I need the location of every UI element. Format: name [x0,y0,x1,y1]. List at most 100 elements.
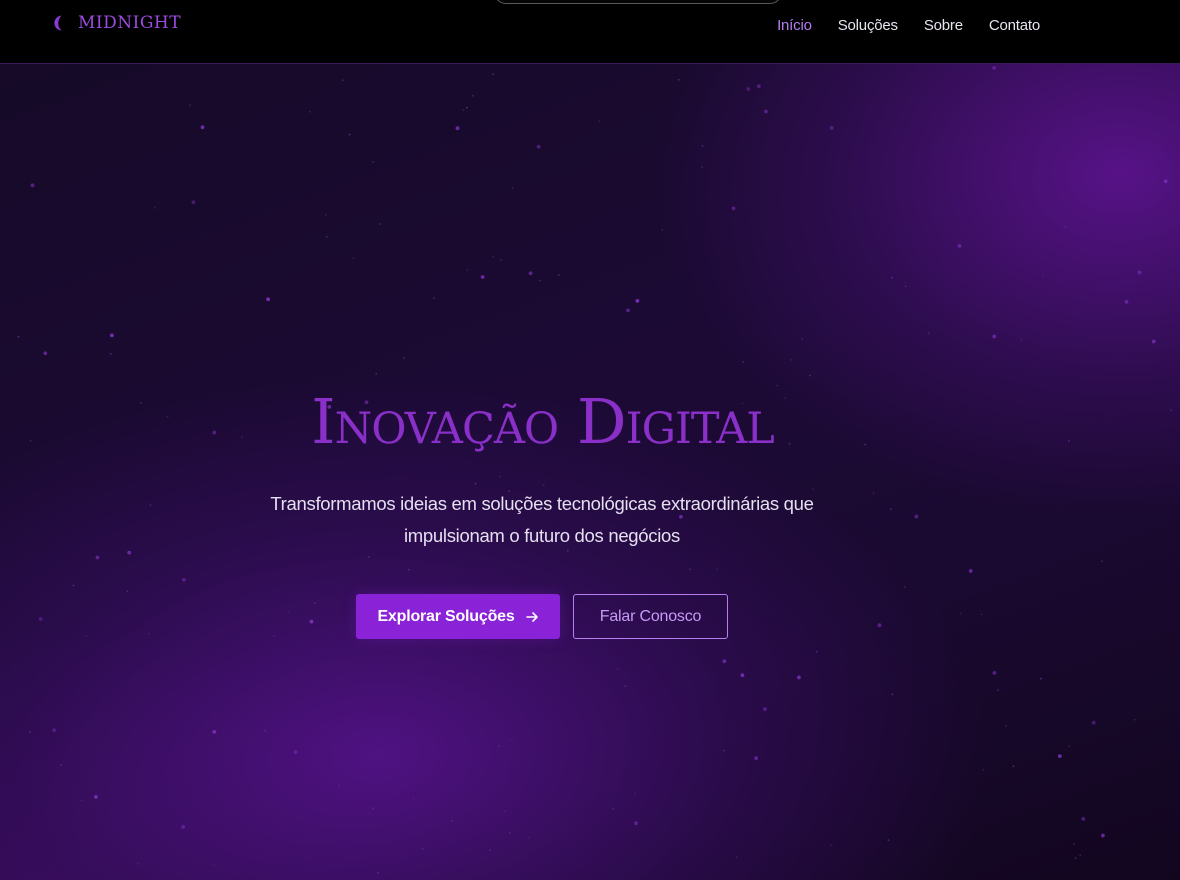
nav-item-solucoes: Soluções [838,17,898,35]
hero-section: Inovação Digital Transformamos ideias em… [0,64,1180,880]
address-bar[interactable] [494,0,782,4]
star [377,872,379,874]
star [722,659,727,664]
star [38,617,43,621]
star [348,133,351,136]
star [1133,718,1136,721]
star [1101,833,1105,838]
star [412,797,415,800]
star [17,335,20,338]
nav-item-contato: Contato [989,17,1040,35]
star [959,612,962,615]
star [982,768,985,771]
star [273,635,275,637]
nav-link-solucoes[interactable]: Soluções [838,17,898,34]
star [331,748,334,751]
nav-menu: Início Soluções Sobre Contato [777,17,1040,35]
star [1151,339,1156,344]
star [1163,179,1168,184]
star [378,223,381,225]
star [338,784,341,787]
star [492,255,494,258]
star [1081,817,1086,821]
star [212,863,215,866]
star [182,577,186,582]
star [829,126,834,130]
star [904,285,907,288]
star [968,569,973,573]
star [147,632,150,635]
star [451,819,453,822]
contact-us-button[interactable]: Falar Conosco [573,594,728,639]
star [1042,274,1044,276]
star [1101,560,1104,562]
star [746,87,751,91]
star [634,792,636,795]
star [797,675,801,680]
star [375,372,378,375]
star [980,613,983,616]
star [536,144,541,149]
star [890,508,892,510]
star [877,623,882,628]
star [1020,338,1023,341]
star [293,750,298,754]
star [85,635,88,637]
star [474,482,477,485]
star [266,297,270,302]
nav-link-inicio[interactable]: Início [777,17,812,34]
star [830,844,832,847]
star [466,269,469,272]
star [1074,857,1077,859]
star [1012,765,1015,768]
star [996,689,999,691]
star [471,94,474,97]
star [200,125,205,130]
star [1124,300,1129,304]
star [466,106,468,109]
explore-solutions-label: Explorar Soluções [377,607,515,625]
navbar: MIDNIGHT Início Soluções Sobre Contato [0,0,1180,64]
star [616,668,619,670]
star [809,374,811,377]
star [137,862,139,865]
star [872,492,875,495]
star [181,825,186,829]
star [661,228,664,231]
star [324,214,327,216]
star [626,308,630,313]
starfield-background [17,66,1173,874]
star [95,555,100,560]
star [790,359,793,361]
brand-logo[interactable]: MIDNIGHT [52,13,181,33]
star [528,837,530,839]
nav-link-sobre[interactable]: Sobre [924,17,963,34]
star [110,333,114,338]
moon-icon [54,15,62,31]
star [688,568,691,571]
star [992,671,997,675]
star [189,104,192,107]
star [891,276,893,279]
star [624,685,626,688]
star [407,568,410,571]
star [1040,677,1042,680]
nav-item-inicio: Início [777,17,812,35]
star [43,351,48,356]
star [815,650,818,653]
star [288,611,291,614]
star [325,235,328,238]
star [1063,226,1066,228]
nav-link-contato[interactable]: Contato [989,17,1040,34]
star [342,79,344,82]
star [754,756,758,761]
star [30,183,35,188]
star [52,728,56,733]
star [72,584,75,587]
explore-solutions-button[interactable]: Explorar Soluções [356,594,560,639]
hero-title: Inovação Digital [311,385,775,458]
star [309,619,314,624]
star [763,707,767,711]
star [499,475,502,478]
star [421,847,424,850]
